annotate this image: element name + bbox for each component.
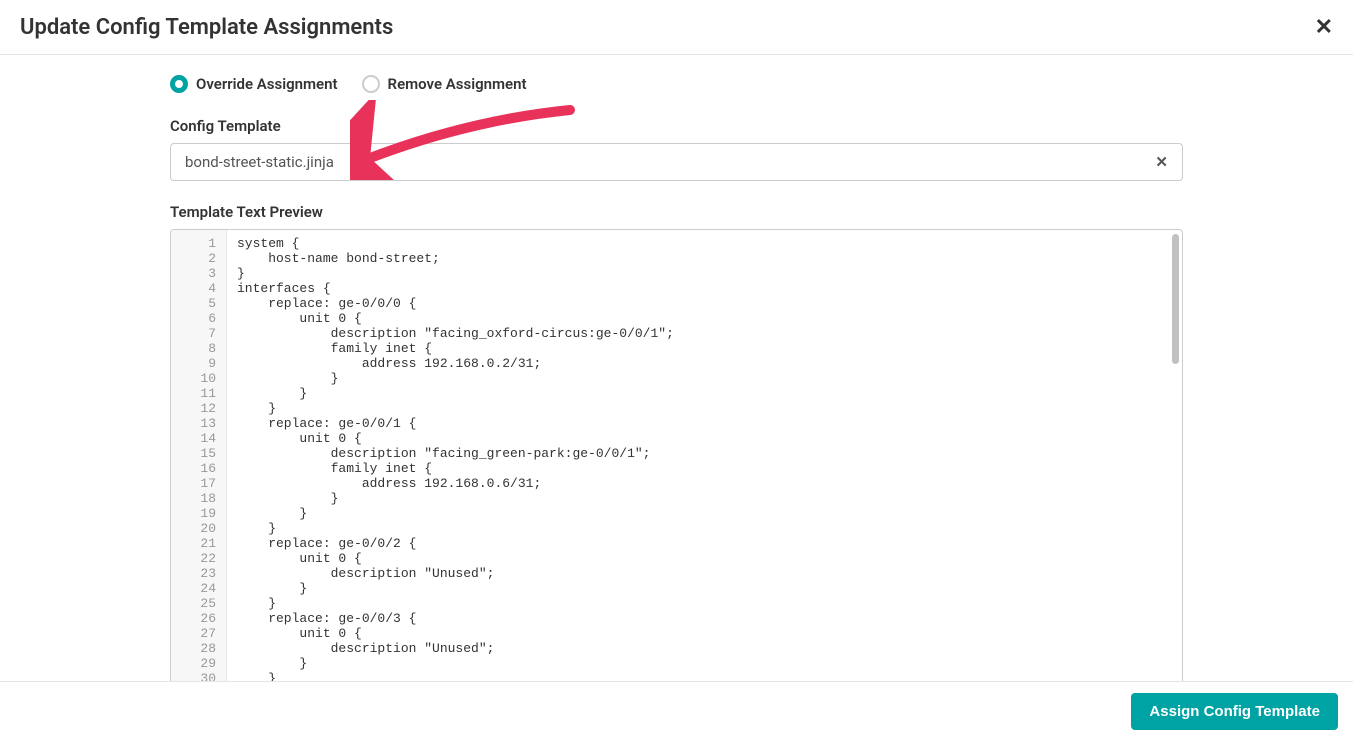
line-number: 9: [171, 356, 226, 371]
line-number-gutter: 1234567891011121314151617181920212223242…: [171, 230, 227, 688]
line-number: 19: [171, 506, 226, 521]
clear-select-icon[interactable]: ✕: [1155, 153, 1168, 171]
modal-body: Override Assignment Remove Assignment Co…: [0, 55, 1353, 688]
config-template-select[interactable]: bond-street-static.jinja ✕: [170, 143, 1183, 181]
template-preview-box: 1234567891011121314151617181920212223242…: [170, 229, 1183, 688]
line-number: 1: [171, 236, 226, 251]
line-number: 8: [171, 341, 226, 356]
line-number: 26: [171, 611, 226, 626]
line-number: 23: [171, 566, 226, 581]
line-number: 6: [171, 311, 226, 326]
line-number: 4: [171, 281, 226, 296]
radio-override-label: Override Assignment: [196, 75, 338, 93]
line-number: 2: [171, 251, 226, 266]
line-number: 21: [171, 536, 226, 551]
modal-title: Update Config Template Assignments: [20, 15, 393, 40]
line-number: 7: [171, 326, 226, 341]
radio-override[interactable]: Override Assignment: [170, 75, 338, 93]
config-template-label: Config Template: [170, 117, 1183, 135]
line-number: 27: [171, 626, 226, 641]
radio-checked-icon: [170, 75, 188, 93]
assign-config-template-button[interactable]: Assign Config Template: [1131, 693, 1338, 730]
line-number: 17: [171, 476, 226, 491]
preview-scrollbar[interactable]: [1172, 234, 1179, 364]
line-number: 20: [171, 521, 226, 536]
line-number: 13: [171, 416, 226, 431]
line-number: 16: [171, 461, 226, 476]
line-number: 29: [171, 656, 226, 671]
radio-remove[interactable]: Remove Assignment: [362, 75, 527, 93]
config-template-value: bond-street-static.jinja: [185, 153, 334, 171]
radio-unchecked-icon: [362, 75, 380, 93]
line-number: 14: [171, 431, 226, 446]
line-number: 3: [171, 266, 226, 281]
line-number: 11: [171, 386, 226, 401]
template-preview-label: Template Text Preview: [170, 203, 1183, 221]
assignment-mode-radios: Override Assignment Remove Assignment: [170, 75, 1183, 93]
line-number: 28: [171, 641, 226, 656]
line-number: 18: [171, 491, 226, 506]
modal-header: Update Config Template Assignments ✕: [0, 0, 1353, 55]
line-number: 25: [171, 596, 226, 611]
radio-remove-label: Remove Assignment: [388, 75, 527, 93]
modal-footer: Assign Config Template: [0, 681, 1353, 741]
template-code-area[interactable]: system { host-name bond-street; } interf…: [227, 230, 1182, 688]
line-number: 5: [171, 296, 226, 311]
line-number: 12: [171, 401, 226, 416]
line-number: 15: [171, 446, 226, 461]
line-number: 10: [171, 371, 226, 386]
close-icon[interactable]: ✕: [1315, 15, 1333, 40]
line-number: 24: [171, 581, 226, 596]
line-number: 22: [171, 551, 226, 566]
